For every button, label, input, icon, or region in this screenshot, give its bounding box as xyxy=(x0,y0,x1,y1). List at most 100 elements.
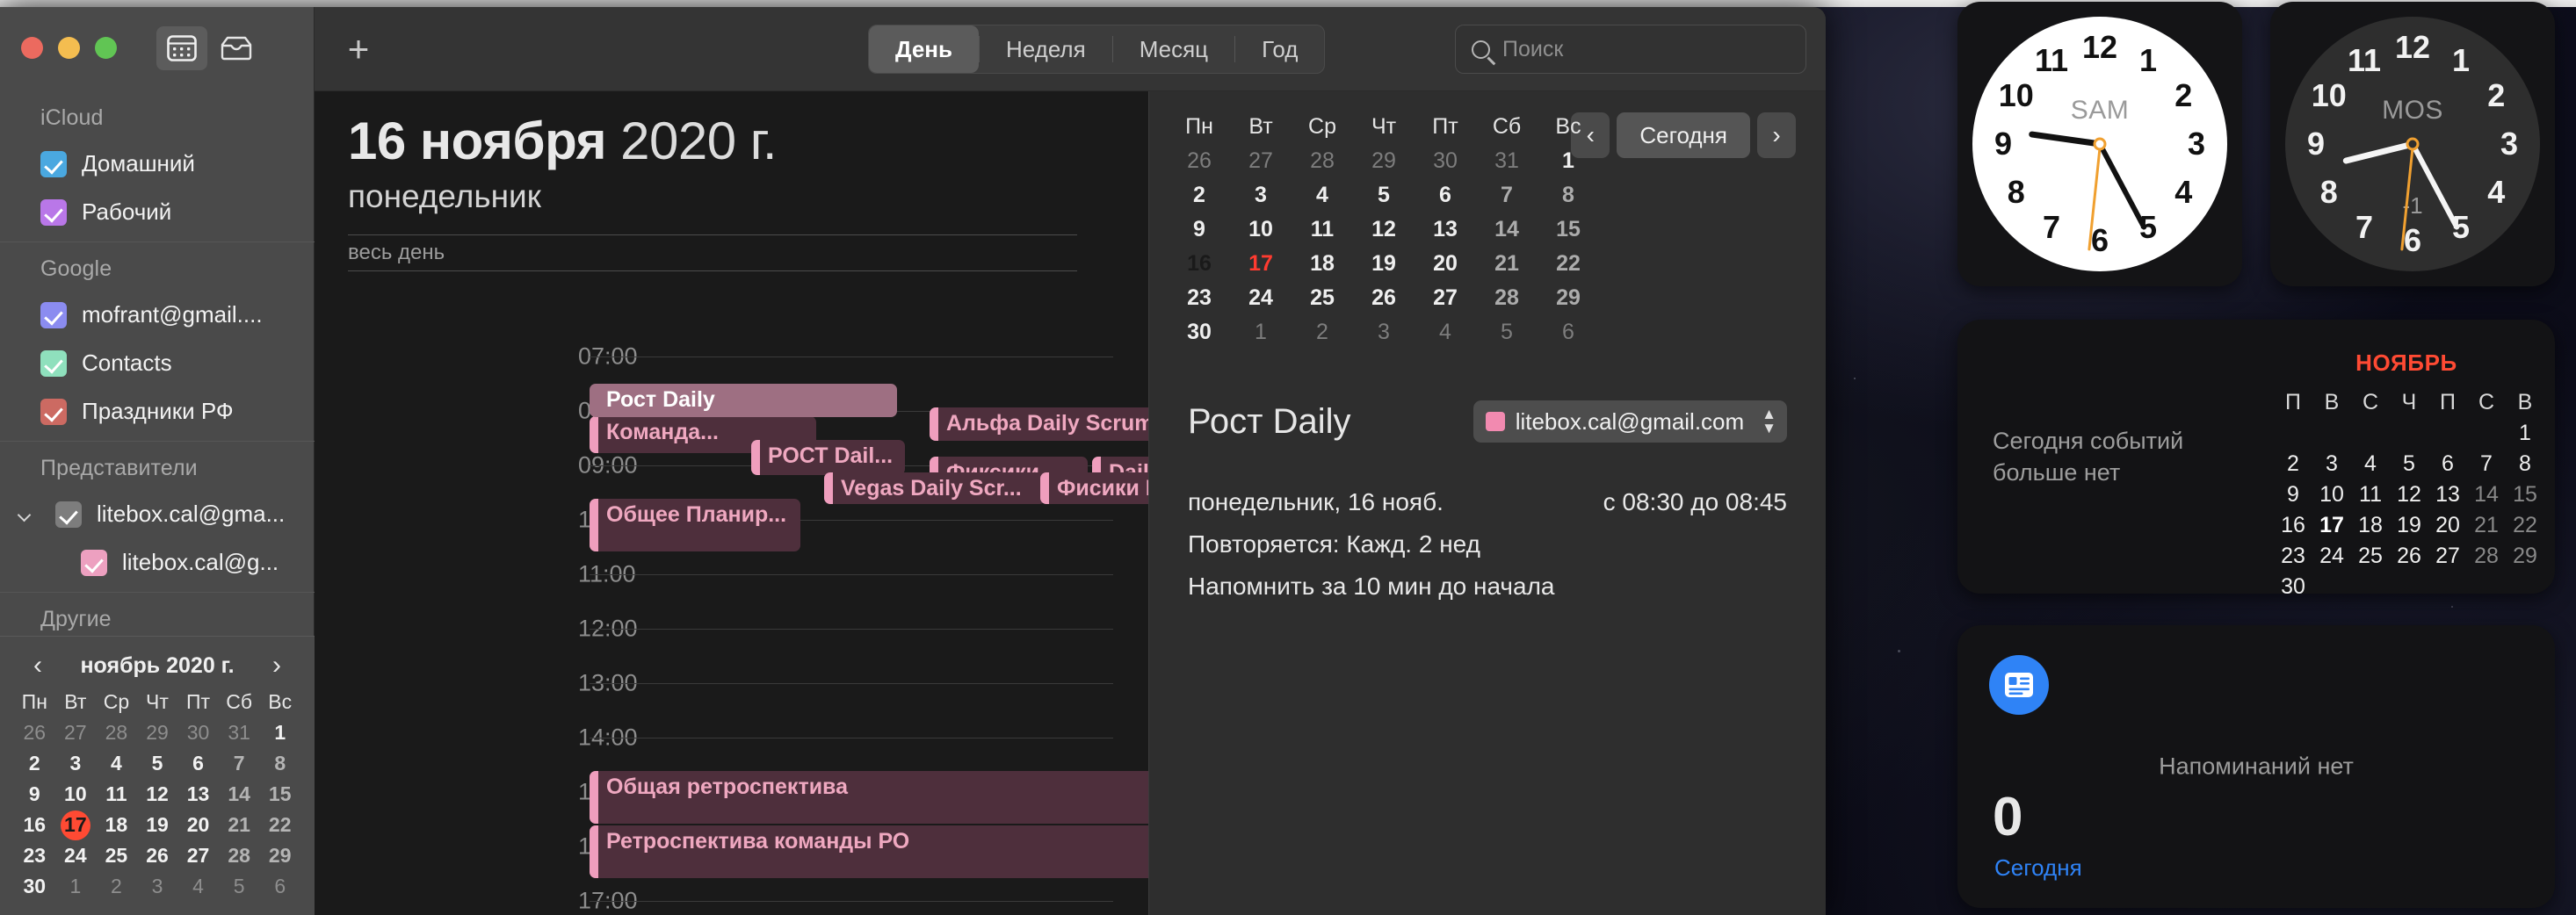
day-cell[interactable]: 3 xyxy=(1353,316,1415,348)
day-cell[interactable]: 2 xyxy=(1292,316,1353,348)
day-cell[interactable]: 4 xyxy=(1415,316,1476,348)
calendar-widget-grid[interactable]: П В С Ч П С В 1 2 3 4 5 6 7 8 9 10 11 12 13 14 15 16 17 18 19 20 21… xyxy=(2274,388,2544,602)
day-cell[interactable]: 7 xyxy=(1476,179,1538,211)
checkbox-mofrant[interactable] xyxy=(40,301,67,328)
day-cell[interactable]: 8 xyxy=(259,749,300,778)
day-grid[interactable]: 18:0017:0016:0015:0014:0013:0012:0011:00… xyxy=(315,343,1148,915)
day-cell[interactable]: 15 xyxy=(2506,480,2544,509)
day-cell[interactable]: 1 xyxy=(2506,419,2544,448)
day-cell[interactable]: 3 xyxy=(1230,179,1292,211)
day-cell[interactable]: 28 xyxy=(2467,542,2506,571)
search-input[interactable]: Поиск xyxy=(1455,25,1806,74)
day-cell[interactable]: 13 xyxy=(1415,213,1476,245)
day-cell[interactable]: 3 xyxy=(2312,450,2351,479)
sidebar-item-domashniy[interactable]: Домашний xyxy=(0,140,315,188)
day-cell[interactable]: 30 xyxy=(1415,145,1476,177)
day-cell[interactable]: 28 xyxy=(1292,145,1353,177)
day-cell[interactable]: 10 xyxy=(55,780,97,809)
day-cell[interactable]: 7 xyxy=(2467,450,2506,479)
day-cell[interactable]: 19 xyxy=(2390,511,2428,540)
all-day-row[interactable]: весь день xyxy=(348,234,1077,271)
maximize-button[interactable] xyxy=(95,37,117,59)
day-cell[interactable]: 6 xyxy=(1538,316,1599,348)
add-event-button[interactable]: + xyxy=(332,23,385,76)
day-cell[interactable]: 24 xyxy=(55,841,97,870)
day-cell[interactable]: 27 xyxy=(177,841,219,870)
sidebar-mini-calendar-grid[interactable]: Пн Вт Ср Чт Пт Сб Вс 26 27 28 29 30 31 1 2 3 4 5 6 7 8 9 10 11 1… xyxy=(14,688,300,901)
day-cell[interactable]: 26 xyxy=(137,841,178,870)
day-cell[interactable]: 28 xyxy=(219,841,260,870)
day-cell[interactable]: 23 xyxy=(14,841,55,870)
day-cell[interactable]: 4 xyxy=(96,749,137,778)
day-cell[interactable]: 16 xyxy=(1169,248,1230,279)
day-cell[interactable]: 6 xyxy=(177,749,219,778)
tab-month[interactable]: Месяц xyxy=(1113,25,1234,73)
day-cell[interactable]: 27 xyxy=(1230,145,1292,177)
event-fisiki-daily[interactable]: Фисики Daily S... xyxy=(1040,472,1148,504)
day-cell[interactable]: 20 xyxy=(2428,511,2467,540)
day-cell[interactable]: 17 xyxy=(2312,511,2351,540)
day-cell[interactable]: 10 xyxy=(2312,480,2351,509)
next-day-button[interactable]: › xyxy=(1757,112,1796,158)
tab-week[interactable]: Неделя xyxy=(980,25,1112,73)
month-picker[interactable]: ‹ Сегодня › Пн Вт Ср Чт Пт Сб Вс 26 27 28 29 30 31 1 2… xyxy=(1149,91,1826,348)
calendar-icon[interactable] xyxy=(156,26,207,70)
day-cell[interactable]: 15 xyxy=(259,780,300,809)
day-cell[interactable]: 2 xyxy=(14,749,55,778)
day-cell[interactable]: 18 xyxy=(2351,511,2390,540)
day-cell[interactable]: 29 xyxy=(137,718,178,747)
day-cell[interactable]: 2 xyxy=(96,872,137,901)
day-cell[interactable]: 22 xyxy=(259,811,300,839)
sidebar-item-litebox-calendar[interactable]: litebox.cal@g... xyxy=(0,538,315,587)
day-cell[interactable]: 28 xyxy=(96,718,137,747)
day-cell[interactable]: 12 xyxy=(1353,213,1415,245)
day-cell[interactable]: 3 xyxy=(55,749,97,778)
day-cell[interactable]: 18 xyxy=(96,811,137,839)
day-cell[interactable]: 5 xyxy=(219,872,260,901)
event-alfa-daily-scrum[interactable]: Альфа Daily Scrum xyxy=(930,407,1148,441)
hour-row[interactable]: 13:00 xyxy=(315,670,1148,696)
sidebar-item-contacts[interactable]: Contacts xyxy=(0,339,315,387)
day-cell[interactable]: 11 xyxy=(2351,480,2390,509)
day-cell[interactable]: 8 xyxy=(2506,450,2544,479)
day-cell[interactable]: 4 xyxy=(2351,450,2390,479)
day-cell[interactable]: 9 xyxy=(1169,213,1230,245)
day-cell[interactable]: 30 xyxy=(1169,316,1230,348)
day-cell[interactable]: 1 xyxy=(1230,316,1292,348)
event-vegas-daily-scrum[interactable]: Vegas Daily Scr... xyxy=(824,472,1046,504)
day-cell[interactable]: 25 xyxy=(2351,542,2390,571)
day-cell[interactable]: 5 xyxy=(2390,450,2428,479)
tab-year[interactable]: Год xyxy=(1235,25,1324,73)
day-cell[interactable]: 17 xyxy=(1230,248,1292,279)
day-cell[interactable]: 20 xyxy=(177,811,219,839)
day-cell[interactable]: 26 xyxy=(14,718,55,747)
day-cell[interactable]: 22 xyxy=(1538,248,1599,279)
sidebar-item-rabochiy[interactable]: Рабочий xyxy=(0,188,315,236)
day-cell[interactable]: 11 xyxy=(96,780,137,809)
event-obshchaya-retrospektiva[interactable]: Общая ретроспектива xyxy=(590,771,1148,824)
day-cell[interactable]: 26 xyxy=(2390,542,2428,571)
day-cell[interactable]: 11 xyxy=(1292,213,1353,245)
day-cell[interactable]: 9 xyxy=(14,780,55,809)
day-cell[interactable]: 10 xyxy=(1230,213,1292,245)
calendar-select[interactable]: litebox.cal@gmail.com ▲ ▼ xyxy=(1473,400,1787,443)
chevron-down-icon[interactable] xyxy=(18,507,33,522)
day-cell[interactable]: 5 xyxy=(1353,179,1415,211)
day-cell[interactable]: 14 xyxy=(2467,480,2506,509)
day-cell[interactable]: 24 xyxy=(2312,542,2351,571)
day-cell[interactable]: 19 xyxy=(137,811,178,839)
day-cell[interactable]: 23 xyxy=(1169,282,1230,313)
chevron-updown-icon[interactable]: ▲ ▼ xyxy=(1762,407,1776,436)
day-cell[interactable]: 12 xyxy=(137,780,178,809)
hour-row[interactable]: 11:00 xyxy=(315,561,1148,587)
day-cell[interactable]: 5 xyxy=(137,749,178,778)
day-cell[interactable]: 4 xyxy=(177,872,219,901)
day-cell[interactable]: 30 xyxy=(14,872,55,901)
day-cell[interactable]: 24 xyxy=(1230,282,1292,313)
day-cell[interactable]: 16 xyxy=(14,811,55,839)
day-cell[interactable]: 26 xyxy=(1353,282,1415,313)
day-cell[interactable]: 19 xyxy=(1353,248,1415,279)
day-cell[interactable]: 25 xyxy=(96,841,137,870)
sidebar-item-litebox-account[interactable]: litebox.cal@gma... xyxy=(0,490,315,538)
day-cell[interactable]: 15 xyxy=(1538,213,1599,245)
